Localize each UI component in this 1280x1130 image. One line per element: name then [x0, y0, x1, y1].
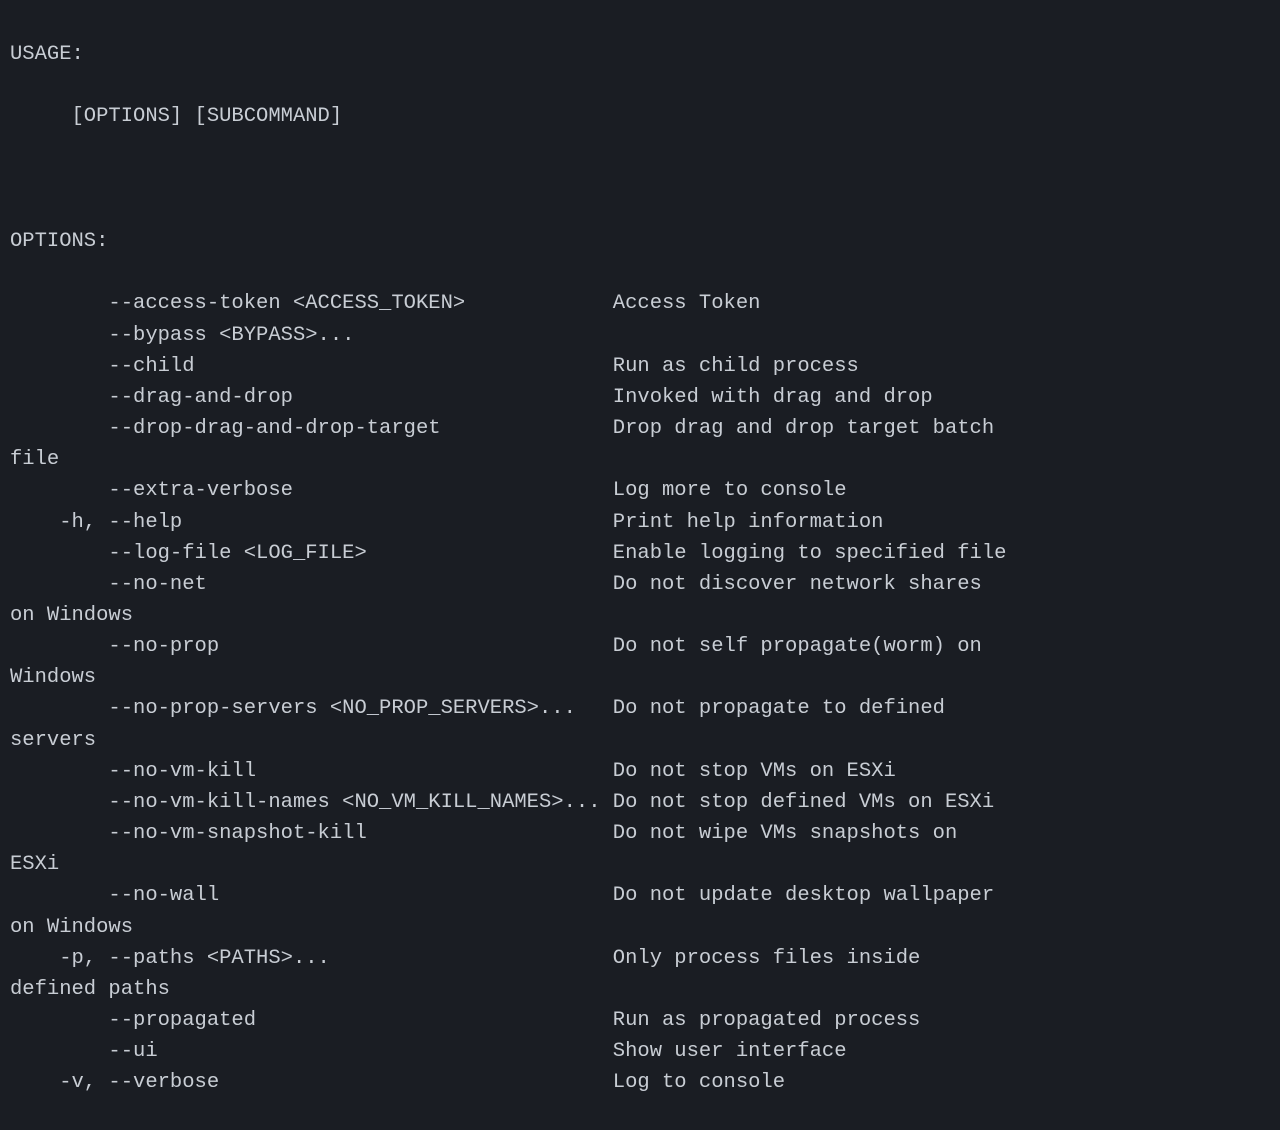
option-row-wrap: on Windows [10, 600, 1270, 631]
option-row: --child Run as child process [10, 351, 1270, 382]
option-row: -v, --verbose Log to console [10, 1067, 1270, 1098]
option-row: --no-prop-servers <NO_PROP_SERVERS>... D… [10, 693, 1270, 724]
terminal-output: USAGE: [OPTIONS] [SUBCOMMAND] OPTIONS: -… [0, 0, 1280, 1130]
option-row-wrap: ESXi [10, 849, 1270, 880]
option-row: --bypass <BYPASS>... [10, 320, 1270, 351]
option-row: --propagated Run as propagated process [10, 1005, 1270, 1036]
option-row: --log-file <LOG_FILE> Enable logging to … [10, 538, 1270, 569]
option-row-wrap: servers [10, 725, 1270, 756]
usage-syntax: [OPTIONS] [SUBCOMMAND] [10, 101, 1270, 132]
option-row-wrap: on Windows [10, 912, 1270, 943]
options-heading: OPTIONS: [10, 226, 1270, 257]
option-row: --ui Show user interface [10, 1036, 1270, 1067]
option-row: --extra-verbose Log more to console [10, 475, 1270, 506]
option-row-wrap: Windows [10, 662, 1270, 693]
option-row: --drop-drag-and-drop-target Drop drag an… [10, 413, 1270, 444]
option-row: --no-prop Do not self propagate(worm) on [10, 631, 1270, 662]
option-row: --no-net Do not discover network shares [10, 569, 1270, 600]
usage-heading: USAGE: [10, 39, 1270, 70]
option-row: --drag-and-drop Invoked with drag and dr… [10, 382, 1270, 413]
option-row-wrap: file [10, 444, 1270, 475]
option-row-wrap: defined paths [10, 974, 1270, 1005]
option-row: -h, --help Print help information [10, 507, 1270, 538]
option-row: --access-token <ACCESS_TOKEN> Access Tok… [10, 288, 1270, 319]
options-list: --access-token <ACCESS_TOKEN> Access Tok… [10, 288, 1270, 1098]
option-row: -p, --paths <PATHS>... Only process file… [10, 943, 1270, 974]
option-row: --no-vm-kill-names <NO_VM_KILL_NAMES>...… [10, 787, 1270, 818]
blank-line [10, 164, 1270, 195]
option-row: --no-vm-kill Do not stop VMs on ESXi [10, 756, 1270, 787]
option-row: --no-wall Do not update desktop wallpape… [10, 880, 1270, 911]
option-row: --no-vm-snapshot-kill Do not wipe VMs sn… [10, 818, 1270, 849]
